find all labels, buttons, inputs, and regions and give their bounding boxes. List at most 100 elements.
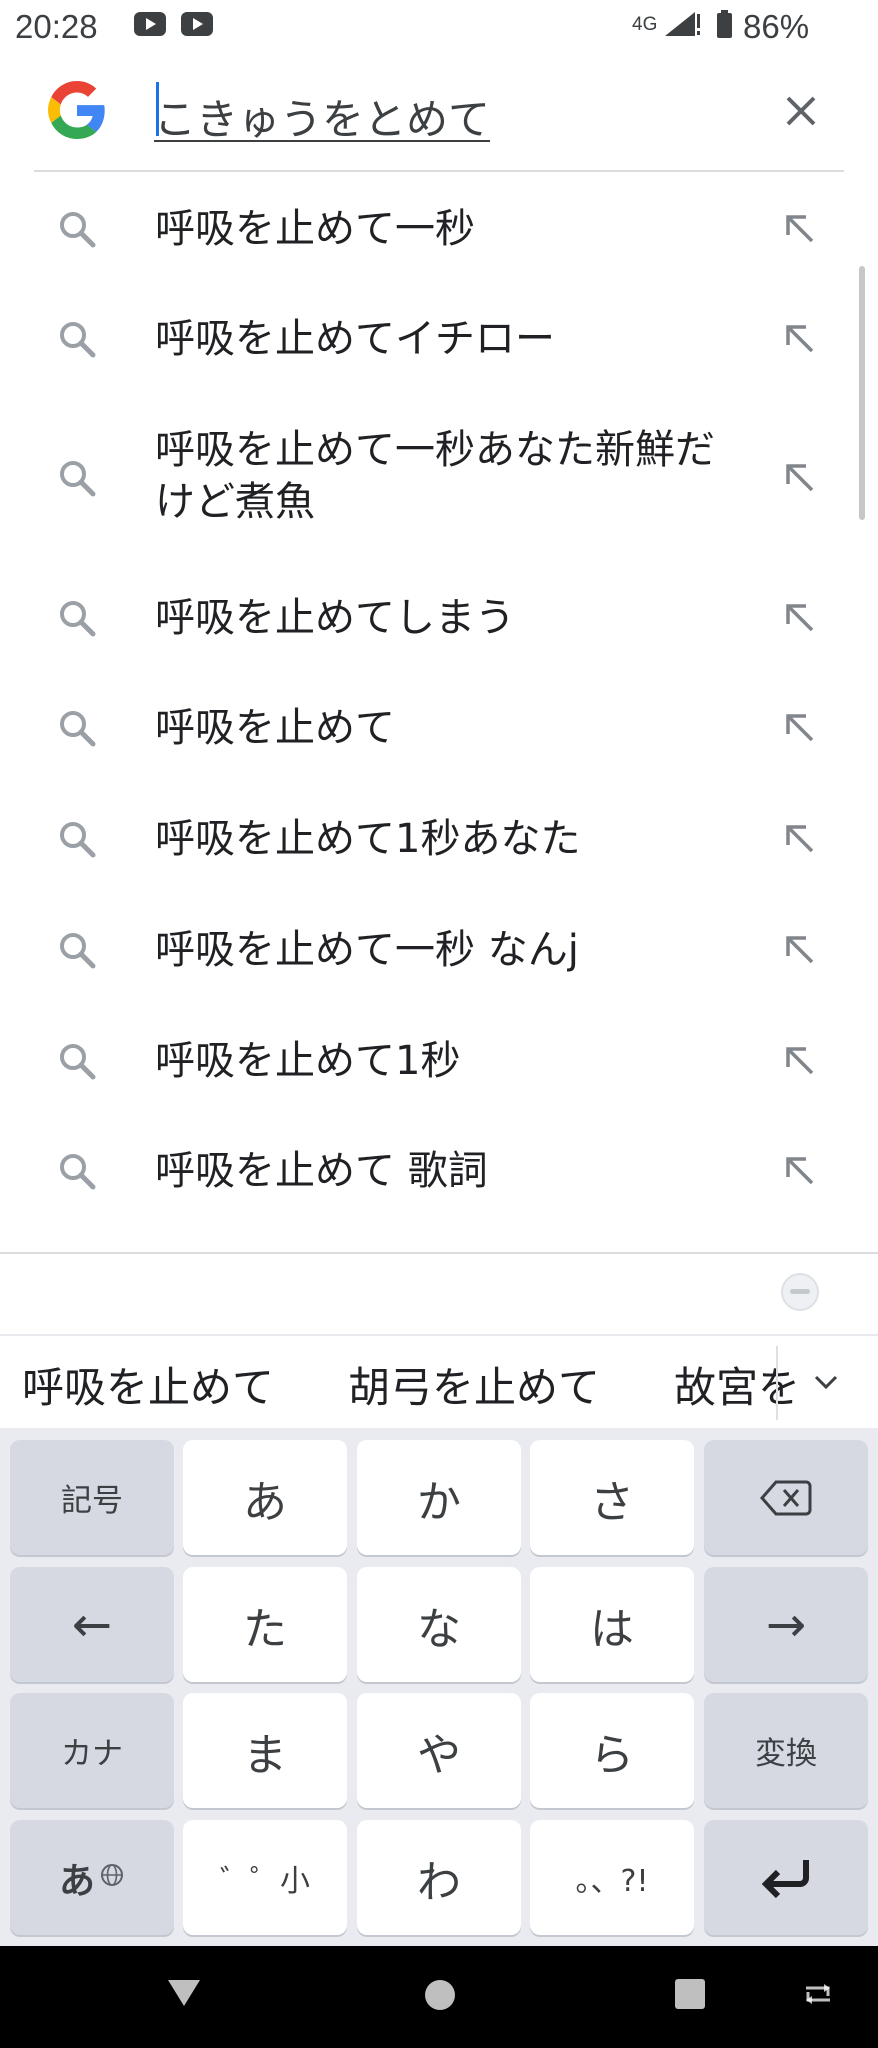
key-dakuten[interactable]: ゛゜小 — [183, 1820, 347, 1935]
rotate-icon[interactable] — [800, 1978, 836, 2010]
key-label: → — [765, 1596, 807, 1653]
search-query-text: こきゅうをとめて — [154, 95, 491, 144]
enter-icon — [761, 1859, 809, 1898]
key-label: ← — [71, 1596, 113, 1653]
key-ka[interactable]: か — [357, 1440, 521, 1555]
suggestion-text: 呼吸を止めて1秒 — [155, 1038, 461, 1084]
key-symbols[interactable]: 記号 — [10, 1440, 174, 1555]
recents-icon[interactable] — [674, 1978, 706, 2010]
key-ha[interactable]: は — [530, 1567, 694, 1682]
key-kana[interactable]: カナ — [10, 1693, 174, 1808]
suggestion-item[interactable]: 呼吸を止めて1秒 — [0, 1006, 878, 1116]
fill-query-arrow-icon[interactable] — [782, 821, 818, 857]
key-label: カナ — [61, 1736, 123, 1772]
suggestion-item[interactable]: 呼吸を止めて一秒 — [0, 174, 878, 284]
candidate-word[interactable]: 胡弓を止めて — [348, 1354, 600, 1415]
key-label: 記号 — [61, 1483, 123, 1519]
search-icon — [56, 929, 98, 971]
suggestion-text: 呼吸を止めてイチロー — [155, 316, 555, 362]
key-label: や — [417, 1729, 461, 1781]
suggestion-item[interactable]: 呼吸を止めて1秒あなた — [0, 784, 878, 894]
search-icon — [56, 318, 98, 360]
candidate-word[interactable]: 故宮を — [674, 1354, 800, 1415]
fill-query-arrow-icon[interactable] — [782, 932, 818, 968]
nav-bar — [0, 1946, 878, 2048]
key-label: あ — [243, 1476, 287, 1528]
search-icon — [56, 1150, 98, 1192]
status-bar: 20:28 4G 86% — [0, 0, 878, 52]
fill-query-arrow-icon[interactable] — [782, 211, 818, 247]
backspace-icon — [760, 1480, 812, 1515]
suggestion-item[interactable]: 呼吸を止めて一秒 なんj — [0, 895, 878, 1005]
key-enter[interactable] — [704, 1820, 868, 1935]
key-label: さ — [590, 1476, 634, 1528]
home-icon[interactable] — [423, 1978, 457, 2012]
keyboard: 記号あかさ ← たなは → カナまやら変換あ゛゜小わ。、?! — [0, 1428, 878, 1946]
suggestion-text: 呼吸を止めて — [155, 705, 395, 751]
header-divider — [34, 170, 844, 172]
status-time: 20:28 — [15, 8, 98, 45]
key-ya[interactable]: や — [357, 1693, 521, 1808]
search-icon — [56, 707, 98, 749]
suggestion-text: 呼吸を止めて1秒あなた — [155, 816, 581, 862]
suggestion-item[interactable]: 呼吸を止めて1秒あなた新鮮 — [0, 1226, 878, 1252]
suggestion-item[interactable]: 呼吸を止めて一秒あなた新鮮だけど煮魚 — [0, 394, 878, 562]
key-ta[interactable]: た — [183, 1567, 347, 1682]
youtube-icon — [181, 12, 213, 36]
key-left-arrow[interactable]: ← — [10, 1567, 174, 1682]
candidate-bar: 呼吸を止めて 胡弓を止めて 故宮を — [0, 1334, 878, 1428]
fill-query-arrow-icon[interactable] — [782, 460, 818, 496]
key-label: あ — [58, 1860, 95, 1902]
key-punctuation[interactable]: 。、?! — [530, 1820, 694, 1935]
key-right-arrow[interactable]: → — [704, 1567, 868, 1682]
search-input[interactable]: こきゅうをとめて — [154, 82, 754, 144]
key-sa[interactable]: さ — [530, 1440, 694, 1555]
key-label: ま — [243, 1729, 287, 1781]
suggestion-item[interactable]: 呼吸を止めて 歌詞 — [0, 1116, 878, 1226]
fill-query-arrow-icon[interactable] — [782, 1153, 818, 1189]
back-icon[interactable] — [166, 1976, 202, 2010]
suggestion-text: 呼吸を止めてしまう — [155, 595, 515, 641]
key-label: 変換 — [755, 1736, 817, 1772]
key-label: わ — [417, 1856, 461, 1908]
key-ma[interactable]: ま — [183, 1693, 347, 1808]
suggestion-item[interactable]: 呼吸を止めてしまう — [0, 563, 878, 673]
candidate-word[interactable]: 呼吸を止めて — [22, 1354, 274, 1415]
fill-query-arrow-icon[interactable] — [782, 710, 818, 746]
key-label: は — [590, 1603, 634, 1655]
search-icon — [56, 818, 98, 860]
search-icon — [56, 1040, 98, 1082]
fill-query-arrow-icon[interactable] — [782, 1043, 818, 1079]
key-backspace[interactable] — [704, 1440, 868, 1555]
key-input-mode[interactable]: あ — [10, 1820, 174, 1935]
suggestion-text: 呼吸を止めて 歌詞 — [155, 1148, 488, 1194]
battery-percent: 86% — [743, 8, 810, 45]
suggestion-list: 呼吸を止めて一秒呼吸を止めてイチロー呼吸を止めて一秒あなた新鮮だけど煮魚呼吸を止… — [0, 174, 878, 1252]
key-na[interactable]: な — [357, 1567, 521, 1682]
key-a[interactable]: あ — [183, 1440, 347, 1555]
search-icon — [56, 208, 98, 250]
search-icon — [56, 457, 98, 499]
key-ra[interactable]: ら — [530, 1693, 694, 1808]
key-convert[interactable]: 変換 — [704, 1693, 868, 1808]
keyboard-handle-icon[interactable] — [776, 1272, 824, 1312]
close-icon[interactable] — [778, 88, 824, 134]
network-type: 4G — [632, 14, 658, 35]
candidate-divider — [776, 1346, 778, 1420]
key-label: た — [243, 1603, 287, 1655]
key-label: ら — [590, 1729, 634, 1781]
chevron-down-icon[interactable] — [808, 1364, 844, 1400]
key-label: か — [417, 1476, 461, 1528]
search-header: こきゅうをとめて — [0, 56, 878, 172]
suggestion-item[interactable]: 呼吸を止めて — [0, 673, 878, 783]
fill-query-arrow-icon[interactable] — [782, 600, 818, 636]
key-wa[interactable]: わ — [357, 1820, 521, 1935]
suggestion-text: 呼吸を止めて一秒 なんj — [155, 927, 579, 973]
signal-icon — [665, 12, 700, 36]
key-label: な — [417, 1603, 461, 1655]
fill-query-arrow-icon[interactable] — [782, 321, 818, 357]
suggestion-text: 呼吸を止めて一秒あなた新鮮だけど煮魚 — [155, 427, 715, 525]
globe-icon — [95, 1860, 125, 1896]
suggestion-item[interactable]: 呼吸を止めてイチロー — [0, 284, 878, 394]
suggestion-text: 呼吸を止めて一秒 — [155, 206, 475, 252]
